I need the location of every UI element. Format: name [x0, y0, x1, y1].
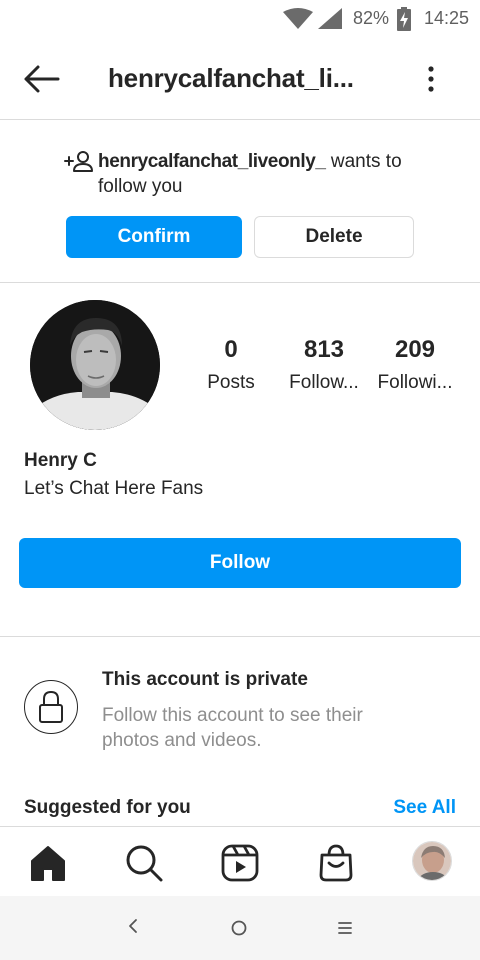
page-title: henrycalfanchat_li...: [108, 63, 354, 93]
posts-label: Posts: [207, 372, 255, 393]
followers-label: Follow...: [289, 372, 359, 393]
battery-percent: 82%: [353, 8, 390, 28]
followers-count: 813: [303, 336, 345, 363]
system-nav-bar: [0, 896, 480, 960]
follow-button[interactable]: Follow: [19, 538, 461, 588]
follow-request-banner: henrycalfanchat_liveonly_ wants to follo…: [0, 121, 480, 283]
private-subtitle: Follow this account to see their photos …: [102, 705, 363, 751]
follow-request-text: henrycalfanchat_liveonly_ wants to follo…: [98, 149, 438, 199]
divider: [0, 636, 480, 637]
profile-name: Henry C: [24, 450, 97, 471]
private-lock-badge: [24, 680, 78, 734]
top-app-bar: henrycalfanchat_li...: [0, 38, 480, 120]
shop-icon[interactable]: [316, 843, 356, 883]
search-icon[interactable]: [124, 843, 164, 883]
lock-icon: [39, 690, 63, 723]
confirm-button[interactable]: Confirm: [66, 216, 242, 258]
profile-avatar[interactable]: [412, 841, 452, 881]
following-count: 209: [394, 336, 436, 363]
see-all-link[interactable]: See All: [393, 797, 456, 819]
profile-avatar[interactable]: [30, 300, 160, 430]
delete-button[interactable]: Delete: [254, 216, 414, 258]
following-label: Followi...: [377, 372, 453, 393]
system-recents-icon[interactable]: [335, 918, 355, 938]
following-stat[interactable]: 209 Followi...: [372, 336, 458, 394]
wifi-icon: [283, 8, 313, 29]
reels-icon[interactable]: [220, 843, 260, 883]
followers-stat[interactable]: 813 Follow...: [282, 336, 366, 394]
profile-photo: [30, 300, 160, 430]
status-bar: 82% 14:25: [0, 0, 480, 38]
system-home-icon[interactable]: [229, 918, 249, 938]
back-arrow-icon[interactable]: [22, 64, 62, 94]
system-back-icon[interactable]: [126, 916, 140, 936]
user-avatar-icon: [413, 842, 451, 880]
more-vertical-icon[interactable]: [420, 64, 442, 94]
private-title: This account is private: [102, 669, 308, 690]
request-username[interactable]: henrycalfanchat_liveonly_: [98, 151, 326, 172]
battery-charging-icon: [397, 7, 411, 31]
add-person-icon: [64, 151, 93, 172]
posts-count: 0: [224, 336, 238, 363]
posts-stat: 0 Posts: [196, 336, 266, 394]
signal-icon: [318, 8, 342, 29]
suggested-title: Suggested for you: [24, 797, 191, 818]
clock: 14:25: [424, 8, 470, 28]
profile-bio: Let’s Chat Here Fans: [24, 478, 204, 499]
bottom-nav: [0, 826, 480, 896]
home-icon[interactable]: [28, 843, 68, 883]
